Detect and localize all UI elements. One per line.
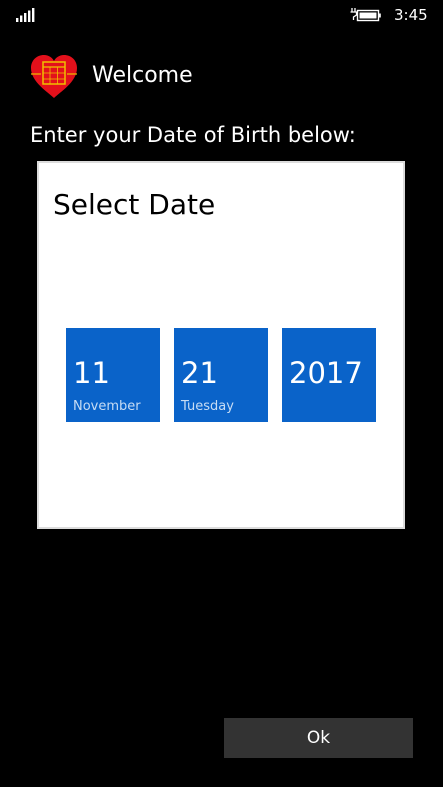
date-picker-panel: Select Date 11 November 21 Tuesday 2017 [37,161,405,529]
month-caption: November [73,399,141,414]
page-title: Welcome [92,63,193,88]
date-value: 21 [181,356,218,390]
weekday-caption: Tuesday [181,399,234,414]
day-picker-tile[interactable]: 11 November [66,328,160,422]
year-picker-tile[interactable]: 2017 [282,328,376,422]
heart-calendar-logo [31,55,77,98]
day-value: 11 [73,356,110,390]
ok-button[interactable]: Ok [224,718,413,758]
clock: 3:45 [394,6,428,24]
battery-charging-icon [350,8,381,22]
status-bar: 3:45 [0,0,443,30]
year-value: 2017 [289,356,363,390]
date-picker-tile[interactable]: 21 Tuesday [174,328,268,422]
date-picker-title: Select Date [53,188,216,221]
date-of-birth-prompt: Enter your Date of Birth below: [30,123,356,147]
signal-icon [16,8,35,22]
